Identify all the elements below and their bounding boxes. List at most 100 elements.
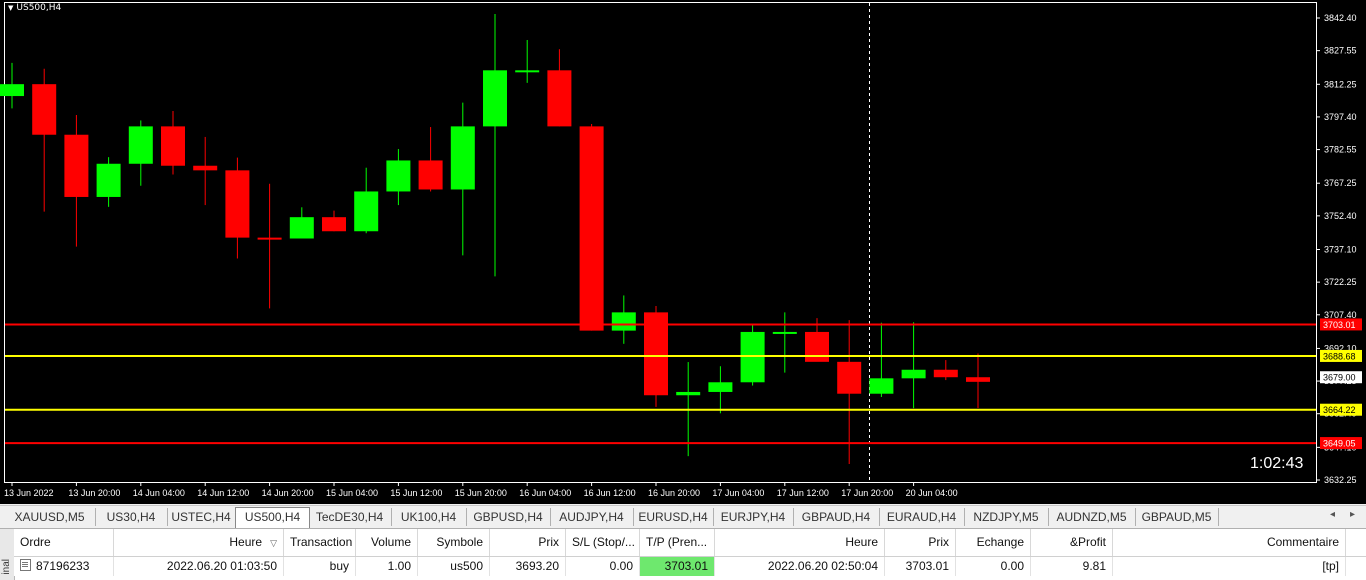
cell-value: 87196233 (36, 559, 90, 573)
tab-xauusd-m5[interactable]: XAUUSD,M5 (4, 508, 96, 526)
tab-audnzd-m5[interactable]: AUDNZD,M5 (1048, 508, 1136, 526)
chart-tabs-bar: XAUUSD,M5 US30,H4 USTEC,H4 US500,H4 TecDE30,… (0, 505, 1366, 528)
column-header[interactable]: Prix (885, 529, 956, 556)
chart-area[interactable]: 3842.40 3827.55 3812.25 3797.40 3782.55 3767.… (0, 0, 1366, 504)
tab-us500-h4[interactable]: US500,H4 (235, 507, 310, 528)
tab-eurjpy-h4[interactable]: EURJPY,H4 (713, 508, 794, 526)
candle-bear (579, 126, 604, 331)
column-header-label: Prix (928, 535, 949, 549)
candle-bull (515, 70, 540, 73)
cell-value: 2022.06.20 02:50:04 (767, 559, 878, 573)
column-header[interactable]: Volume (356, 529, 418, 556)
column-header-label: Symbole (436, 535, 483, 549)
column-header[interactable]: &Profit (1031, 529, 1113, 556)
cell-tp: 3703.01 (640, 557, 715, 576)
tab-nzdjpy-m5[interactable]: NZDJPY,M5 (964, 508, 1049, 526)
scroll-left-icon[interactable]: ◂ (1330, 509, 1335, 520)
column-header[interactable]: Heure ▽ (114, 529, 284, 556)
price-axis-label: 3737.10 (1324, 244, 1357, 254)
candle-bull (869, 378, 894, 394)
time-axis-label: 16 Jun 12:00 (584, 488, 636, 498)
terminal-side-strip[interactable]: inal (0, 529, 15, 580)
candle-bull (676, 391, 701, 396)
level-price-label: 3664.22 (1323, 405, 1356, 415)
time-axis-label: 15 Jun 04:00 (326, 488, 378, 498)
price-axis-label: 3812.25 (1324, 79, 1357, 89)
candle-bull (772, 331, 797, 334)
chart-symbol-label[interactable]: ▼ US500,H4 (8, 3, 61, 13)
candle-bear (322, 217, 346, 232)
dropdown-arrow-icon[interactable]: ▼ (8, 4, 13, 12)
tab-eurusd-h4[interactable]: EURUSD,H4 (633, 508, 714, 526)
tab-gbpusd-h4[interactable]: GBPUSD,H4 (466, 508, 551, 526)
tab-euraud-h4[interactable]: EURAUD,H4 (879, 508, 965, 526)
column-header[interactable]: Heure (715, 529, 885, 556)
current-price-label: 3679.00 (1323, 373, 1356, 383)
table-row[interactable]: 87196233 2022.06.20 01:03:50 buy 1.00 us500 3… (14, 557, 1366, 576)
cell-volume: 1.00 (356, 557, 418, 576)
time-axis-label: 13 Jun 2022 (4, 488, 54, 498)
candle-bull (708, 382, 733, 392)
candle-bull (0, 84, 24, 97)
column-header[interactable]: Transaction (284, 529, 356, 556)
time-axis-label: 15 Jun 20:00 (455, 488, 507, 498)
cell-value: us500 (450, 559, 483, 573)
column-header[interactable]: Commentaire (1113, 529, 1346, 556)
time-axis-label: 13 Jun 20:00 (68, 488, 120, 498)
tab-us30-h4[interactable]: US30,H4 (95, 508, 168, 526)
tab-ustec-h4[interactable]: USTEC,H4 (167, 508, 236, 526)
price-axis-label: 3797.40 (1324, 112, 1357, 122)
scroll-right-icon[interactable]: ▸ (1350, 509, 1355, 520)
terminal-side-label: inal (1, 559, 12, 575)
price-axis-label: 3722.25 (1324, 277, 1357, 287)
column-header[interactable]: T/P (Pren... (640, 529, 715, 556)
sort-down-icon[interactable]: ▽ (270, 538, 277, 548)
tab-tecde30-h4[interactable]: TecDE30,H4 (308, 508, 392, 526)
time-axis-label: 20 Jun 04:00 (906, 488, 958, 498)
time-axis-label: 17 Jun 12:00 (777, 488, 829, 498)
cell-heure: 2022.06.20 01:03:50 (114, 557, 284, 576)
cell-heure-close: 2022.06.20 02:50:04 (715, 557, 885, 576)
tab-audjpy-h4[interactable]: AUDJPY,H4 (550, 508, 634, 526)
candle-bull (901, 369, 926, 379)
candlestick-chart[interactable]: 3842.40 3827.55 3812.25 3797.40 3782.55 3767.… (0, 0, 1366, 504)
column-header-label: Heure (845, 535, 878, 549)
tab-gbpaud-m5[interactable]: GBPAUD,M5 (1135, 508, 1219, 526)
column-header-label: &Profit (1069, 535, 1106, 549)
table-header: Ordre Heure ▽ Transaction Volume Symbole Prix S… (14, 529, 1366, 557)
bar-countdown-timer: 1:02:43 (1250, 455, 1304, 472)
column-header[interactable]: Echange (956, 529, 1031, 556)
cell-symbole: us500 (418, 557, 490, 576)
price-axis-label: 3827.55 (1324, 46, 1357, 56)
column-header-label: S/L (Stop/... (572, 535, 635, 549)
time-axis-label: 14 Jun 04:00 (133, 488, 185, 498)
cell-sl: 0.00 (566, 557, 640, 576)
candle-bull (483, 70, 507, 127)
column-header-label: Ordre (20, 535, 51, 549)
candle-bull (450, 126, 475, 190)
column-header[interactable]: Symbole (418, 529, 490, 556)
column-header[interactable]: Ordre (14, 529, 114, 556)
tab-uk100-h4[interactable]: UK100,H4 (391, 508, 467, 526)
column-header-label: T/P (Pren... (646, 535, 708, 549)
price-axis-label: 3767.25 (1324, 178, 1357, 188)
candle-bear (257, 237, 282, 240)
cell-value: 3703.01 (905, 559, 949, 573)
chart-symbol: US500,H4 (16, 3, 62, 13)
cell-prix-close: 3703.01 (885, 557, 956, 576)
cell-ordre: 87196233 (14, 557, 114, 576)
candle-bull (96, 163, 121, 197)
candle-bull (740, 331, 765, 383)
candle-bear (547, 70, 572, 127)
cell-echange: 0.00 (956, 557, 1031, 576)
candle-bear (64, 134, 89, 197)
time-axis-label: 16 Jun 04:00 (519, 488, 571, 498)
cell-prix: 3693.20 (490, 557, 566, 576)
candle-bull (128, 126, 153, 164)
column-header[interactable]: S/L (Stop/... (566, 529, 640, 556)
column-header[interactable]: Prix (490, 529, 566, 556)
price-axis-label: 3782.55 (1324, 145, 1357, 155)
cell-value: 1.00 (387, 559, 411, 573)
tab-gbpaud-h4[interactable]: GBPAUD,H4 (793, 508, 880, 526)
level-price-label: 3688.68 (1323, 351, 1356, 361)
